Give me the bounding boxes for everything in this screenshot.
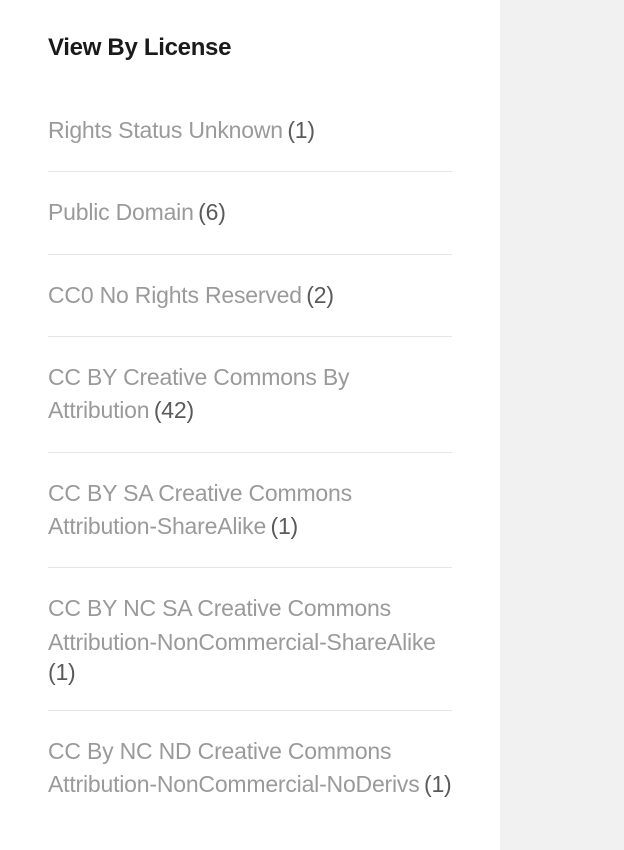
license-item: CC By NC ND Creative Commons Attribution… <box>48 735 452 826</box>
license-link-rights-unknown[interactable]: Rights Status Unknown <box>48 117 283 143</box>
main-panel: View By License Rights Status Unknown (1… <box>0 0 500 850</box>
side-panel <box>500 0 624 850</box>
license-count: (1) <box>271 513 299 539</box>
license-item: CC BY SA Creative Commons Attribution-Sh… <box>48 477 452 569</box>
license-count: (1) <box>48 659 76 685</box>
license-count: (2) <box>306 282 334 308</box>
license-item: CC0 No Rights Reserved (2) <box>48 279 452 337</box>
license-list: Rights Status Unknown (1) Public Domain … <box>48 114 452 826</box>
license-link-cc0[interactable]: CC0 No Rights Reserved <box>48 282 302 308</box>
license-link-cc-by[interactable]: CC BY Creative Commons By Attribution <box>48 364 349 423</box>
license-link-cc-by-sa[interactable]: CC BY SA Creative Commons Attribution-Sh… <box>48 480 352 539</box>
license-count: (1) <box>287 117 315 143</box>
license-count: (1) <box>424 771 452 797</box>
license-link-cc-by-nc-sa[interactable]: CC BY NC SA Creative Commons Attribution… <box>48 595 436 654</box>
license-link-cc-by-nc-nd[interactable]: CC By NC ND Creative Commons Attribution… <box>48 738 420 797</box>
license-count: (42) <box>154 397 194 423</box>
section-heading: View By License <box>48 34 452 62</box>
license-link-public-domain[interactable]: Public Domain <box>48 199 194 225</box>
license-item: Public Domain (6) <box>48 196 452 254</box>
license-count: (6) <box>198 199 226 225</box>
license-item: Rights Status Unknown (1) <box>48 114 452 172</box>
license-item: CC BY Creative Commons By Attribution (4… <box>48 361 452 453</box>
license-item: CC BY NC SA Creative Commons Attribution… <box>48 592 452 711</box>
